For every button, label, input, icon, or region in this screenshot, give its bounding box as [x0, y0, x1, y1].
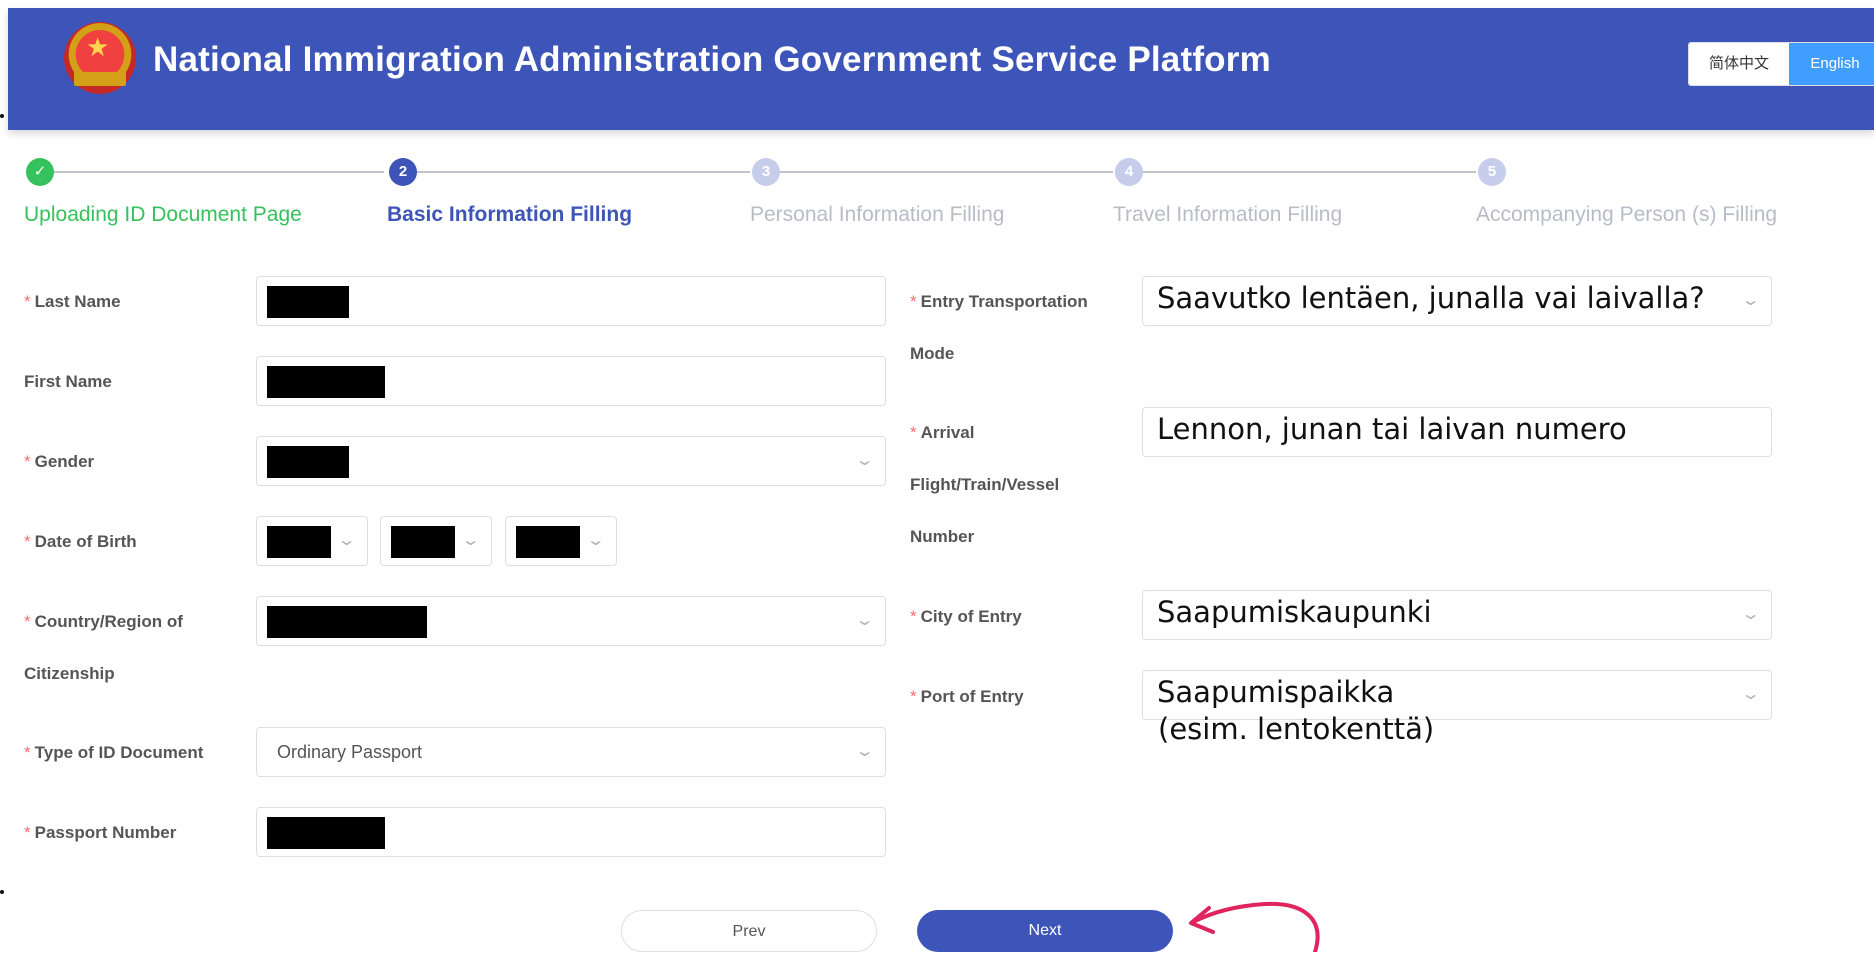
- gender-select[interactable]: ⌄: [256, 436, 886, 486]
- first-name-label: First Name: [24, 372, 112, 391]
- passport-number-label: * Passport Number: [24, 823, 177, 842]
- transport-mode-label: * Entry Transportation: [910, 292, 1088, 311]
- step-connector: [1143, 171, 1476, 173]
- dob-year-select[interactable]: ⌄: [256, 516, 368, 566]
- gender-label: * Gender: [24, 452, 95, 471]
- redacted-value: [516, 526, 580, 558]
- lang-english-button[interactable]: English: [1789, 43, 1874, 85]
- citizenship-label: * Country/Region of: [24, 612, 183, 631]
- last-name-input[interactable]: [256, 276, 886, 326]
- step-1-label: Uploading ID Document Page: [24, 203, 302, 226]
- edge-mark: [0, 890, 4, 894]
- citizenship-select[interactable]: ⌄: [256, 596, 886, 646]
- transport-mode-label-line2: Mode: [910, 344, 955, 363]
- step-3-circle: 3: [752, 158, 780, 186]
- arrival-number-input[interactable]: Lennon, junan tai laivan numero: [1142, 407, 1772, 457]
- dob-day-select[interactable]: ⌄: [505, 516, 617, 566]
- language-switch: 简体中文 English: [1688, 42, 1874, 86]
- step-2-circle: 2: [389, 158, 417, 186]
- chevron-down-icon: ⌄: [854, 452, 875, 469]
- step-4-circle: 4: [1115, 158, 1143, 186]
- step-3-label: Personal Information Filling: [750, 203, 1005, 226]
- first-name-input[interactable]: [256, 356, 886, 406]
- arrival-annotation: Lennon, junan tai laivan numero: [1157, 412, 1627, 446]
- chevron-down-icon: ⌄: [854, 743, 875, 760]
- redacted-value: [391, 526, 455, 558]
- arrival-number-label-line2: Flight/Train/Vessel: [910, 475, 1060, 494]
- redacted-value: [267, 606, 427, 638]
- step-5-label: Accompanying Person (s) Filling: [1476, 203, 1778, 226]
- step-connector: [780, 171, 1113, 173]
- chevron-down-icon: ⌄: [460, 532, 481, 549]
- id-type-select[interactable]: Ordinary Passport ⌄: [256, 727, 886, 777]
- port-of-entry-label: * Port of Entry: [910, 687, 1024, 706]
- lang-chinese-button[interactable]: 简体中文: [1689, 43, 1789, 85]
- national-emblem-icon: ★: [64, 22, 136, 94]
- step-4-label: Travel Information Filling: [1113, 203, 1343, 226]
- chevron-down-icon: ⌄: [1740, 686, 1761, 703]
- chevron-down-icon: ⌄: [1740, 292, 1761, 309]
- redacted-value: [267, 286, 349, 318]
- passport-number-input[interactable]: [256, 807, 886, 857]
- step-connector: [417, 171, 750, 173]
- id-type-value: Ordinary Passport: [277, 742, 423, 762]
- port-annotation-line2: (esim. lentokenttä): [1158, 712, 1435, 746]
- redacted-value: [267, 526, 331, 558]
- step-connector: [54, 171, 384, 173]
- step-5-circle: 5: [1478, 158, 1506, 186]
- chevron-down-icon: ⌄: [336, 532, 357, 549]
- transport-annotation: Saavutko lentäen, junalla vai laivalla?: [1157, 281, 1705, 315]
- arrival-number-label: * Arrival: [910, 423, 975, 442]
- last-name-label: * Last Name: [24, 292, 121, 311]
- dob-label: * Date of Birth: [24, 532, 137, 551]
- edge-mark: [0, 114, 4, 118]
- city-of-entry-select[interactable]: Saapumiskaupunki ⌄: [1142, 590, 1772, 640]
- id-type-label: * Type of ID Document: [24, 743, 204, 762]
- page-title: National Immigration Administration Gove…: [153, 40, 1271, 79]
- city-annotation: Saapumiskaupunki: [1157, 595, 1432, 629]
- next-button[interactable]: Next: [917, 910, 1173, 952]
- redacted-value: [267, 446, 349, 478]
- chevron-down-icon: ⌄: [854, 612, 875, 629]
- transport-mode-select[interactable]: Saavutko lentäen, junalla vai laivalla? …: [1142, 276, 1772, 326]
- step-1-check-icon: ✓: [26, 158, 54, 186]
- annotation-arrow-icon: [1189, 901, 1320, 952]
- redacted-value: [267, 817, 385, 849]
- port-annotation: Saapumispaikka: [1157, 675, 1395, 709]
- chevron-down-icon: ⌄: [585, 532, 606, 549]
- app-header: ★ National Immigration Administration Go…: [8, 8, 1874, 130]
- dob-month-select[interactable]: ⌄: [380, 516, 492, 566]
- city-of-entry-label: * City of Entry: [910, 607, 1022, 626]
- citizenship-label-line2: Citizenship: [24, 664, 115, 683]
- prev-button[interactable]: Prev: [621, 910, 877, 952]
- step-2-label: Basic Information Filling: [387, 203, 633, 226]
- chevron-down-icon: ⌄: [1740, 606, 1761, 623]
- redacted-value: [267, 366, 385, 398]
- arrival-number-label-line3: Number: [910, 527, 975, 546]
